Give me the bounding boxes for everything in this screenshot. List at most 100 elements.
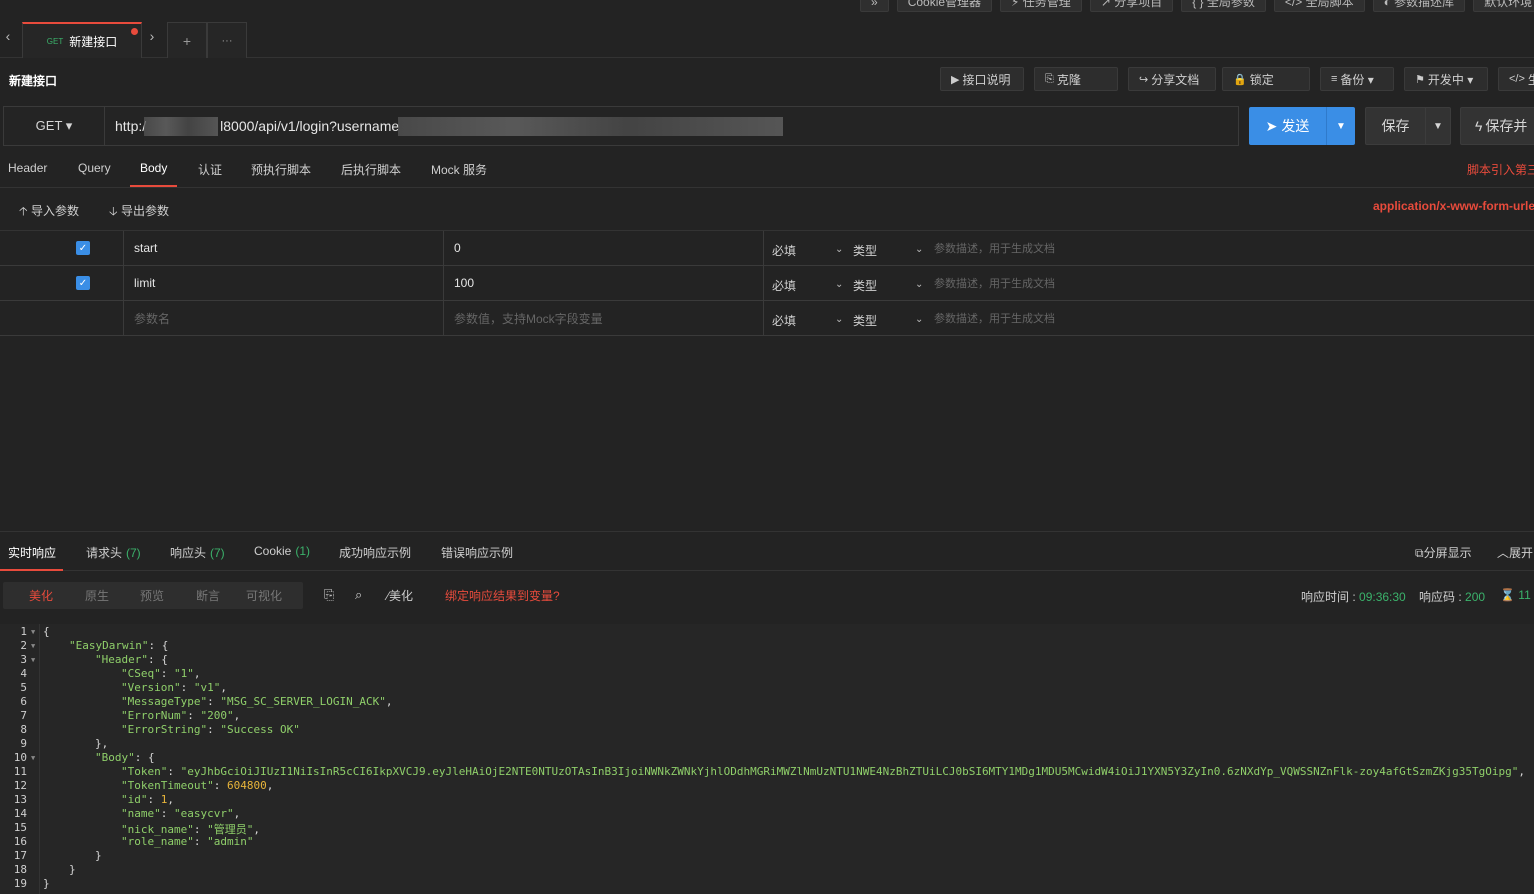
param-value-field[interactable]: 100 <box>454 266 474 300</box>
fold-toggle-icon[interactable]: ▼ <box>31 628 35 636</box>
request-tab-5[interactable]: 后执行脚本 <box>341 161 401 178</box>
code-token: "admin" <box>207 835 254 848</box>
param-name-field[interactable]: 参数名 <box>134 301 170 335</box>
header-button-3[interactable]: 🔒 锁定 <box>1222 67 1310 91</box>
view-mode-0[interactable]: 美化 <box>29 587 53 604</box>
global-tool-7[interactable]: 默认环境 <box>1473 0 1534 12</box>
fold-toggle-icon[interactable]: ▼ <box>31 642 35 650</box>
response-tab-0[interactable]: 实时响应 <box>8 544 56 561</box>
param-checkbox[interactable]: ✓ <box>76 266 90 300</box>
expand-button[interactable]: ︿展开 <box>1497 544 1533 561</box>
request-tab-1[interactable]: Query <box>78 161 111 175</box>
fold-toggle-icon[interactable]: ▼ <box>31 656 35 664</box>
response-tab-count: (1) <box>295 544 311 558</box>
global-tool-6[interactable]: ◐ 参数描述库 <box>1372 0 1466 12</box>
response-code-label: 响应码 : <box>1419 590 1466 604</box>
beautify-button[interactable]: ⁄美化 <box>387 587 413 604</box>
response-editor[interactable]: 1 ▼ 2 ▼ 3 ▼ 4 5 6 7 8 9 10 ▼ 11 12 13 14 15 16 17 18 19 {"Easy… <box>0 624 1534 894</box>
param-description-field[interactable]: 参数描述，用于生成文档 <box>934 266 1055 300</box>
param-description-field[interactable]: 参数描述，用于生成文档 <box>934 301 1055 335</box>
chevron-down-icon[interactable]: ⌄ <box>835 267 843 301</box>
global-tool-3[interactable]: ↗ 分享项目 <box>1089 0 1174 12</box>
chevron-down-icon[interactable]: ⌄ <box>835 302 843 336</box>
line-number: 3 <box>20 653 27 666</box>
param-value-field[interactable]: 参数值，支持Mock字段变量 <box>454 301 603 335</box>
add-tab-button[interactable]: + <box>167 22 207 58</box>
chevron-down-icon[interactable]: ⌄ <box>915 302 923 336</box>
save-and-run-button[interactable]: ϟ 保存并 <box>1460 107 1534 145</box>
tab-new-api[interactable]: GET 新建接口 <box>22 22 142 58</box>
response-tab-4[interactable]: 成功响应示例 <box>339 544 411 561</box>
split-view-button[interactable]: ⧉分屏显示 <box>1415 544 1472 561</box>
required-select[interactable]: 必填 <box>772 303 796 337</box>
param-description-field[interactable]: 参数描述，用于生成文档 <box>934 231 1055 265</box>
request-tab-0[interactable]: Header <box>8 161 47 175</box>
import-params-button[interactable]: 🡡 导入参数 <box>19 202 79 223</box>
code-token: } <box>69 863 76 876</box>
response-tab-label: 实时响应 <box>8 546 57 560</box>
send-button[interactable]: ➤ 发送 ▼ <box>1249 107 1355 145</box>
type-select[interactable]: 类型 <box>853 268 877 302</box>
type-select[interactable]: 类型 <box>853 303 877 337</box>
request-tab-6[interactable]: Mock 服务 <box>431 161 487 178</box>
chevron-down-icon[interactable]: ⌄ <box>835 232 843 266</box>
param-value-field[interactable]: 0 <box>454 231 461 265</box>
required-select[interactable]: 必填 <box>772 268 796 302</box>
expand-label: 展开 <box>1509 546 1534 560</box>
response-tab-5[interactable]: 错误响应示例 <box>441 544 513 561</box>
code-token: : <box>160 667 174 680</box>
bind-variable-link[interactable]: 绑定响应结果到变量? <box>445 587 560 604</box>
request-tab-4[interactable]: 预执行脚本 <box>251 161 311 178</box>
type-select[interactable]: 类型 <box>853 233 877 267</box>
param-name-field[interactable]: limit <box>134 266 155 300</box>
global-tool-0[interactable]: » <box>860 0 889 12</box>
chevron-down-icon[interactable]: ⌄ <box>915 232 923 266</box>
more-tabs-button[interactable]: ··· <box>207 22 247 58</box>
global-tool-5[interactable]: </> 全局脚本 <box>1273 0 1365 12</box>
view-mode-3[interactable]: 断言 <box>196 587 220 604</box>
request-tab-2[interactable]: Body <box>140 161 167 175</box>
method-select[interactable]: GET ▾ <box>4 107 105 145</box>
response-tab-label: 成功响应示例 <box>339 546 412 560</box>
tab-scroll-left-icon[interactable]: ‹ <box>0 28 16 44</box>
request-tab-3[interactable]: 认证 <box>198 161 222 178</box>
global-tool-2[interactable]: ⚡ 任务管理 <box>1000 0 1082 12</box>
export-params-button[interactable]: 🡣 导出参数 <box>109 202 169 223</box>
tab-scroll-right-icon[interactable]: › <box>144 28 160 44</box>
copy-icon[interactable]: ⎘ <box>324 587 334 603</box>
save-dropdown-icon[interactable]: ▼ <box>1426 108 1450 144</box>
view-mode-1[interactable]: 原生 <box>85 587 109 604</box>
view-mode-2[interactable]: 预览 <box>140 587 164 604</box>
header-button-5[interactable]: ⚑ 开发中 ▾ <box>1404 67 1488 91</box>
save-button[interactable]: 保存 ▼ <box>1365 107 1451 145</box>
param-checkbox[interactable]: ✓ <box>76 231 90 265</box>
response-tab-1[interactable]: 请求头 (7) <box>86 544 141 561</box>
code-token: , <box>233 709 241 722</box>
view-mode-4[interactable]: 可视化 <box>246 587 282 604</box>
header-button-2[interactable]: ↪ 分享文档 <box>1128 67 1216 91</box>
header-button-1[interactable]: ⎘ 克隆 <box>1034 67 1118 91</box>
script-note-link[interactable]: 脚本引入第三 <box>1467 161 1534 178</box>
line-number: 9 <box>20 737 27 750</box>
import-label: 导入参数 <box>30 204 79 218</box>
header-button-0-icon: ▶ <box>951 73 960 86</box>
code-token: } <box>43 877 50 890</box>
param-name-field[interactable]: start <box>134 231 157 265</box>
response-time: 响应时间 : 09:36:30 <box>1301 588 1406 605</box>
header-button-0-label: 接口说明 <box>962 72 1011 87</box>
send-dropdown-icon[interactable]: ▼ <box>1327 107 1355 145</box>
required-select[interactable]: 必填 <box>772 233 796 267</box>
response-tab-2[interactable]: 响应头 (7) <box>170 544 225 561</box>
header-button-0[interactable]: ▶ 接口说明 <box>940 67 1024 91</box>
fold-toggle-icon[interactable]: ▼ <box>31 754 35 762</box>
unsaved-dot-icon <box>131 28 138 35</box>
search-icon[interactable]: ⌕ <box>355 587 362 603</box>
code-token: "1" <box>174 667 194 680</box>
content-type-select[interactable]: application/x-www-form-urle <box>1373 199 1534 213</box>
chevron-down-icon[interactable]: ⌄ <box>915 267 923 301</box>
global-tool-4[interactable]: { } 全局参数 <box>1181 0 1266 12</box>
header-button-4[interactable]: ≡ 备份 ▾ <box>1320 67 1394 91</box>
header-button-6[interactable]: </> 生 <box>1498 67 1534 91</box>
response-tab-3[interactable]: Cookie (1) <box>254 544 310 558</box>
global-tool-1[interactable]: Cookie管理器 <box>896 0 993 12</box>
